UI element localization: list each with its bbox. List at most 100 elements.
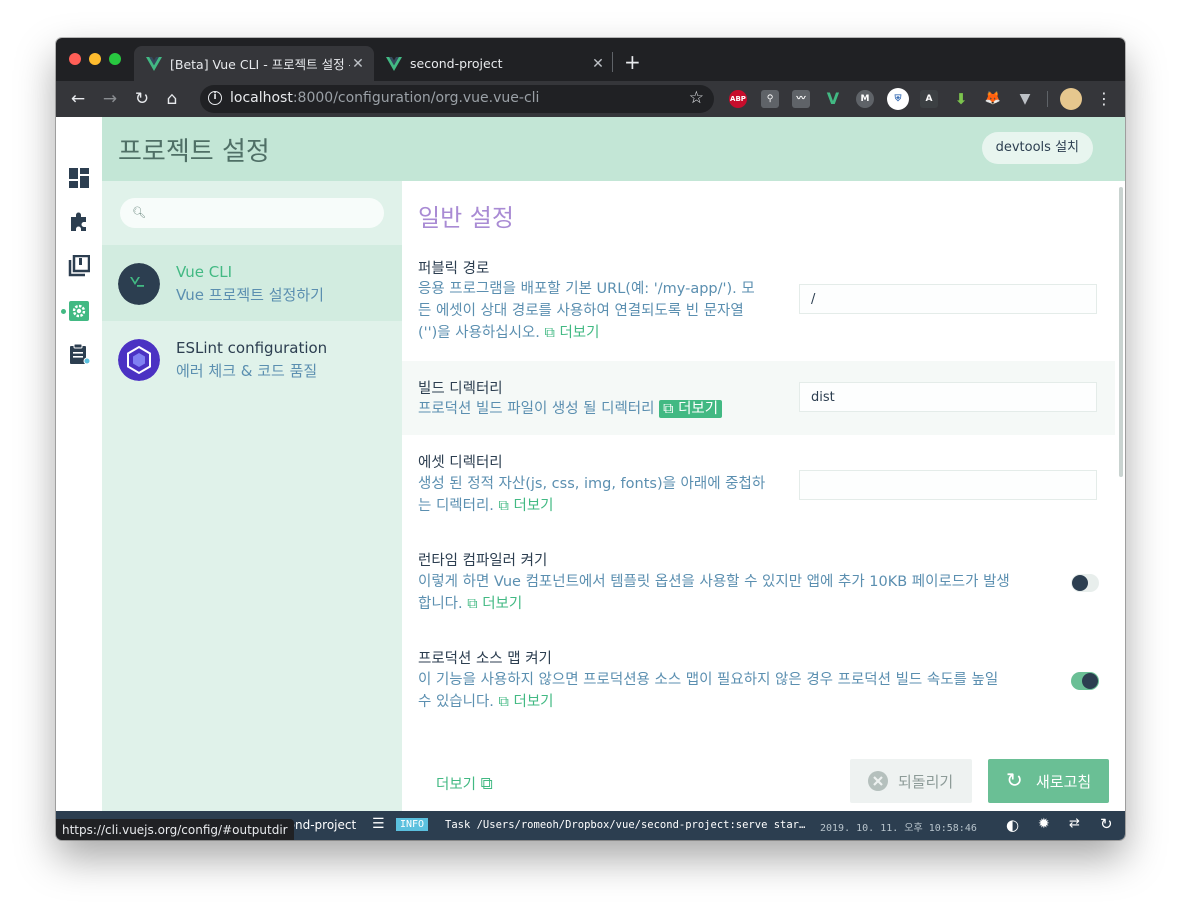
download-icon[interactable]: ⬇ xyxy=(952,90,970,108)
setting-runtime-compiler: 런타임 컴파일러 켜기 이렇게 하면 Vue 컴포넌트에서 템플릿 옵션을 사용… xyxy=(402,531,1115,629)
search-input[interactable]: 🔍︎ xyxy=(120,198,384,228)
setting-description: 응용 프로그램을 배포할 기본 URL(예: '/my-app/'). 모 든 … xyxy=(418,281,755,341)
public-path-input[interactable]: / xyxy=(799,284,1097,314)
setting-label: 퍼블릭 경로 xyxy=(418,261,490,277)
left-nav xyxy=(56,117,103,840)
refresh-icon[interactable]: ↻ xyxy=(1100,815,1113,833)
setting-description: 생성 된 정적 자산(js, css, img, fonts)을 아래에 중첩하… xyxy=(418,476,766,514)
reset-label: 되돌리기 xyxy=(898,773,954,791)
theme-toggle-icon[interactable]: ◐ xyxy=(1006,816,1019,834)
search-icon: 🔍︎ xyxy=(132,206,146,219)
plugin-description: 에러 체크 & 코드 품질 xyxy=(176,362,318,380)
vue-logo-icon xyxy=(146,56,162,71)
vue-ui-app: 프로젝트 설정 devtools 설치 🔍︎ Vue CLI Vue 프로젝트 … xyxy=(56,117,1125,840)
plugin-name: ESLint configuration xyxy=(176,339,328,357)
bug-report-icon[interactable]: ✹ xyxy=(1038,816,1050,832)
scrollbar[interactable] xyxy=(1119,187,1123,477)
close-window-button[interactable] xyxy=(69,53,81,65)
log-level-badge: INFO xyxy=(396,818,429,831)
menu-kebab-icon[interactable]: ⋮ xyxy=(1094,89,1114,109)
vue-devtools-icon[interactable]: V xyxy=(824,90,842,108)
address-bar[interactable]: i localhost:8000/configuration/org.vue.v… xyxy=(200,85,714,113)
bookmark-star-icon[interactable]: ☆ xyxy=(689,88,704,108)
setting-label: 프로덕션 소스 맵 켜기 xyxy=(418,651,552,667)
page-title: 프로젝트 설정 xyxy=(118,137,270,167)
close-tab-icon[interactable]: ✕ xyxy=(590,56,606,72)
settings-footer: 더보기 ⧉ 되돌리기 ↻ 새로고침 xyxy=(402,747,1125,811)
setting-label: 런타임 컴파일러 켜기 xyxy=(418,553,548,569)
site-info-icon[interactable]: i xyxy=(208,91,222,105)
dependencies-icon[interactable] xyxy=(68,255,90,277)
config-sidebar: 🔍︎ Vue CLI Vue 프로젝트 설정하기 ESLint configur… xyxy=(102,181,402,840)
tab-vue-cli[interactable]: [Beta] Vue CLI - 프로젝트 설정 - Vue CLI ✕ xyxy=(134,46,374,81)
minimize-window-button[interactable] xyxy=(89,53,101,65)
more-link[interactable]: ⧉ 더보기 xyxy=(659,400,723,418)
setting-production-source-map: 프로덕션 소스 맵 켜기 이 기능을 사용하지 않으면 프로덕션용 소스 맵이 … xyxy=(402,629,1115,727)
zoom-window-button[interactable] xyxy=(109,53,121,65)
plugin-description: Vue 프로젝트 설정하기 xyxy=(176,286,324,304)
cancel-circle-icon xyxy=(868,771,888,791)
back-icon[interactable]: ← xyxy=(68,89,88,109)
shield-icon[interactable]: ⛨ xyxy=(887,88,909,110)
fox-icon[interactable]: 🦊 xyxy=(984,90,1002,108)
close-tab-icon[interactable]: ✕ xyxy=(350,56,366,72)
settings-panel: 일반 설정 퍼블릭 경로 응용 프로그램을 배포할 기본 URL(예: '/my… xyxy=(402,181,1125,811)
log-icon[interactable]: ☰ xyxy=(372,816,385,832)
footer-more-link[interactable]: 더보기 ⧉ xyxy=(436,773,493,794)
reload-icon[interactable]: ↻ xyxy=(132,89,152,109)
output-dir-input[interactable]: dist xyxy=(799,382,1097,412)
plugins-puzzle-icon[interactable] xyxy=(68,211,90,233)
log-timestamp: 2019. 10. 11. 오후 10:58:46 xyxy=(820,823,977,834)
setting-output-dir: 빌드 디렉터리 프로덕션 빌드 파일이 생성 될 디렉터리 ⧉ 더보기 dist xyxy=(402,361,1115,435)
setting-public-path: 퍼블릭 경로 응용 프로그램을 배포할 기본 URL(예: '/my-app/'… xyxy=(402,245,1115,361)
section-title: 일반 설정 xyxy=(418,204,514,232)
vue-cli-logo-icon xyxy=(118,263,160,305)
setting-description: 이렇게 하면 Vue 컴포넌트에서 템플릿 옵션을 사용할 수 있지만 앱에 추… xyxy=(418,574,1010,612)
more-link[interactable]: ⧉ 더보기 xyxy=(545,325,600,341)
forward-icon[interactable]: → xyxy=(100,89,120,109)
tasks-clipboard-icon[interactable] xyxy=(68,343,90,365)
setting-label: 빌드 디렉터리 xyxy=(418,381,503,397)
vue-logo-icon xyxy=(386,56,402,71)
chart-icon[interactable]: 〰 xyxy=(792,90,810,108)
translate-icon[interactable]: ⇄ xyxy=(1069,816,1080,831)
reset-button[interactable]: 되돌리기 xyxy=(850,759,972,803)
refresh-icon: ↻ xyxy=(1006,768,1023,792)
ghostery-icon[interactable]: ⚲ xyxy=(761,90,779,108)
adblock-plus-icon[interactable]: ABP xyxy=(729,90,747,108)
home-icon[interactable]: ⌂ xyxy=(162,89,182,109)
plugin-item-vue-cli[interactable]: Vue CLI Vue 프로젝트 설정하기 xyxy=(102,245,402,321)
more-link[interactable]: ⧉ 더보기 xyxy=(499,694,554,710)
more-link[interactable]: ⧉ 더보기 xyxy=(499,498,554,514)
toggle-knob xyxy=(1072,575,1088,591)
a-text-icon[interactable]: A xyxy=(920,90,938,108)
active-indicator xyxy=(61,309,66,314)
configuration-gear-icon[interactable] xyxy=(68,300,90,322)
install-devtools-button[interactable]: devtools 설치 xyxy=(981,132,1093,164)
dashboard-icon[interactable] xyxy=(68,167,90,189)
tab-strip: [Beta] Vue CLI - 프로젝트 설정 - Vue CLI ✕ sec… xyxy=(56,38,1125,81)
log-message[interactable]: Task /Users/romeoh/Dropbox/vue/second-pr… xyxy=(445,819,805,831)
eslint-logo-icon xyxy=(118,339,160,381)
external-link-icon: ⧉ xyxy=(480,774,493,794)
profile-avatar-icon[interactable] xyxy=(1060,88,1082,110)
toolbar-divider xyxy=(1047,91,1048,107)
toggle-knob xyxy=(1082,673,1098,689)
page-header: 프로젝트 설정 devtools 설치 xyxy=(102,117,1125,181)
link-url-tooltip: https://cli.vuejs.org/config/#outputdir xyxy=(56,819,294,840)
metamask-m-icon[interactable]: M xyxy=(856,90,874,108)
plugin-item-eslint[interactable]: ESLint configuration 에러 체크 & 코드 품질 xyxy=(102,321,402,397)
setting-assets-dir: 에셋 디렉터리 생성 된 정적 자산(js, css, img, fonts)을… xyxy=(402,435,1115,531)
tab-title: [Beta] Vue CLI - 프로젝트 설정 - Vue CLI xyxy=(170,57,350,72)
tab-second-project[interactable]: second-project ✕ xyxy=(374,46,614,81)
production-source-map-toggle[interactable] xyxy=(1071,672,1099,690)
more-link[interactable]: ⧉ 더보기 xyxy=(467,596,522,612)
refresh-button[interactable]: ↻ 새로고침 xyxy=(988,759,1109,803)
setting-description: 프로덕션 빌드 파일이 생성 될 디렉터리 ⧉ 더보기 xyxy=(418,398,723,420)
runtime-compiler-toggle[interactable] xyxy=(1071,574,1099,592)
assets-dir-input[interactable] xyxy=(799,470,1097,500)
plugin-name: Vue CLI xyxy=(176,263,233,281)
v-extension-icon[interactable]: ▼ xyxy=(1016,90,1034,108)
new-tab-icon[interactable]: + xyxy=(624,50,641,74)
browser-toolbar: ← → ↻ ⌂ i localhost:8000/configuration/o… xyxy=(56,81,1125,117)
